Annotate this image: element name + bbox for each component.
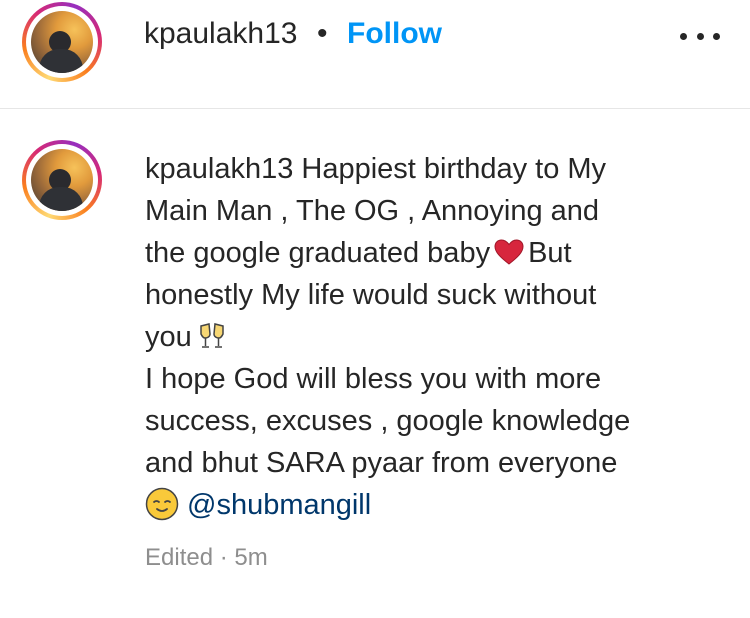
comment-line: But bbox=[528, 237, 572, 269]
comment-text: kpaulakh13 Happiest birthday to My Main … bbox=[145, 148, 705, 526]
avatar-photo bbox=[31, 11, 93, 73]
comment-line: Main Man , The OG , Annoying and bbox=[145, 195, 600, 227]
comment-line: I hope God will bless you with more bbox=[145, 363, 602, 395]
comment-meta: Edited · 5m bbox=[145, 544, 268, 571]
red-heart-icon bbox=[494, 239, 524, 265]
comment-line: you bbox=[145, 321, 192, 353]
more-options-icon[interactable] bbox=[680, 30, 720, 42]
header-username[interactable]: kpaulakh13 bbox=[144, 17, 297, 51]
comment-username[interactable]: kpaulakh13 bbox=[145, 153, 293, 185]
header-avatar[interactable] bbox=[22, 2, 102, 82]
mention-link[interactable]: @shubmangill bbox=[187, 489, 371, 521]
comment-line: and bhut SARA pyaar from everyone bbox=[145, 447, 618, 479]
post-header: kpaulakh13 • Follow bbox=[0, 0, 750, 109]
comment-line: Happiest birthday to My bbox=[301, 153, 607, 185]
separator-dot: • bbox=[317, 17, 328, 50]
clinking-glasses-icon bbox=[200, 323, 224, 348]
comment-line: success, excuses , google knowledge bbox=[145, 405, 631, 437]
follow-button[interactable]: Follow bbox=[347, 17, 442, 51]
comment-avatar[interactable] bbox=[22, 140, 102, 220]
relieved-face-icon bbox=[145, 487, 179, 521]
comment-line: honestly My life would suck without bbox=[145, 279, 597, 311]
comment-line: the google graduated baby bbox=[145, 237, 491, 269]
avatar-photo bbox=[31, 149, 93, 211]
